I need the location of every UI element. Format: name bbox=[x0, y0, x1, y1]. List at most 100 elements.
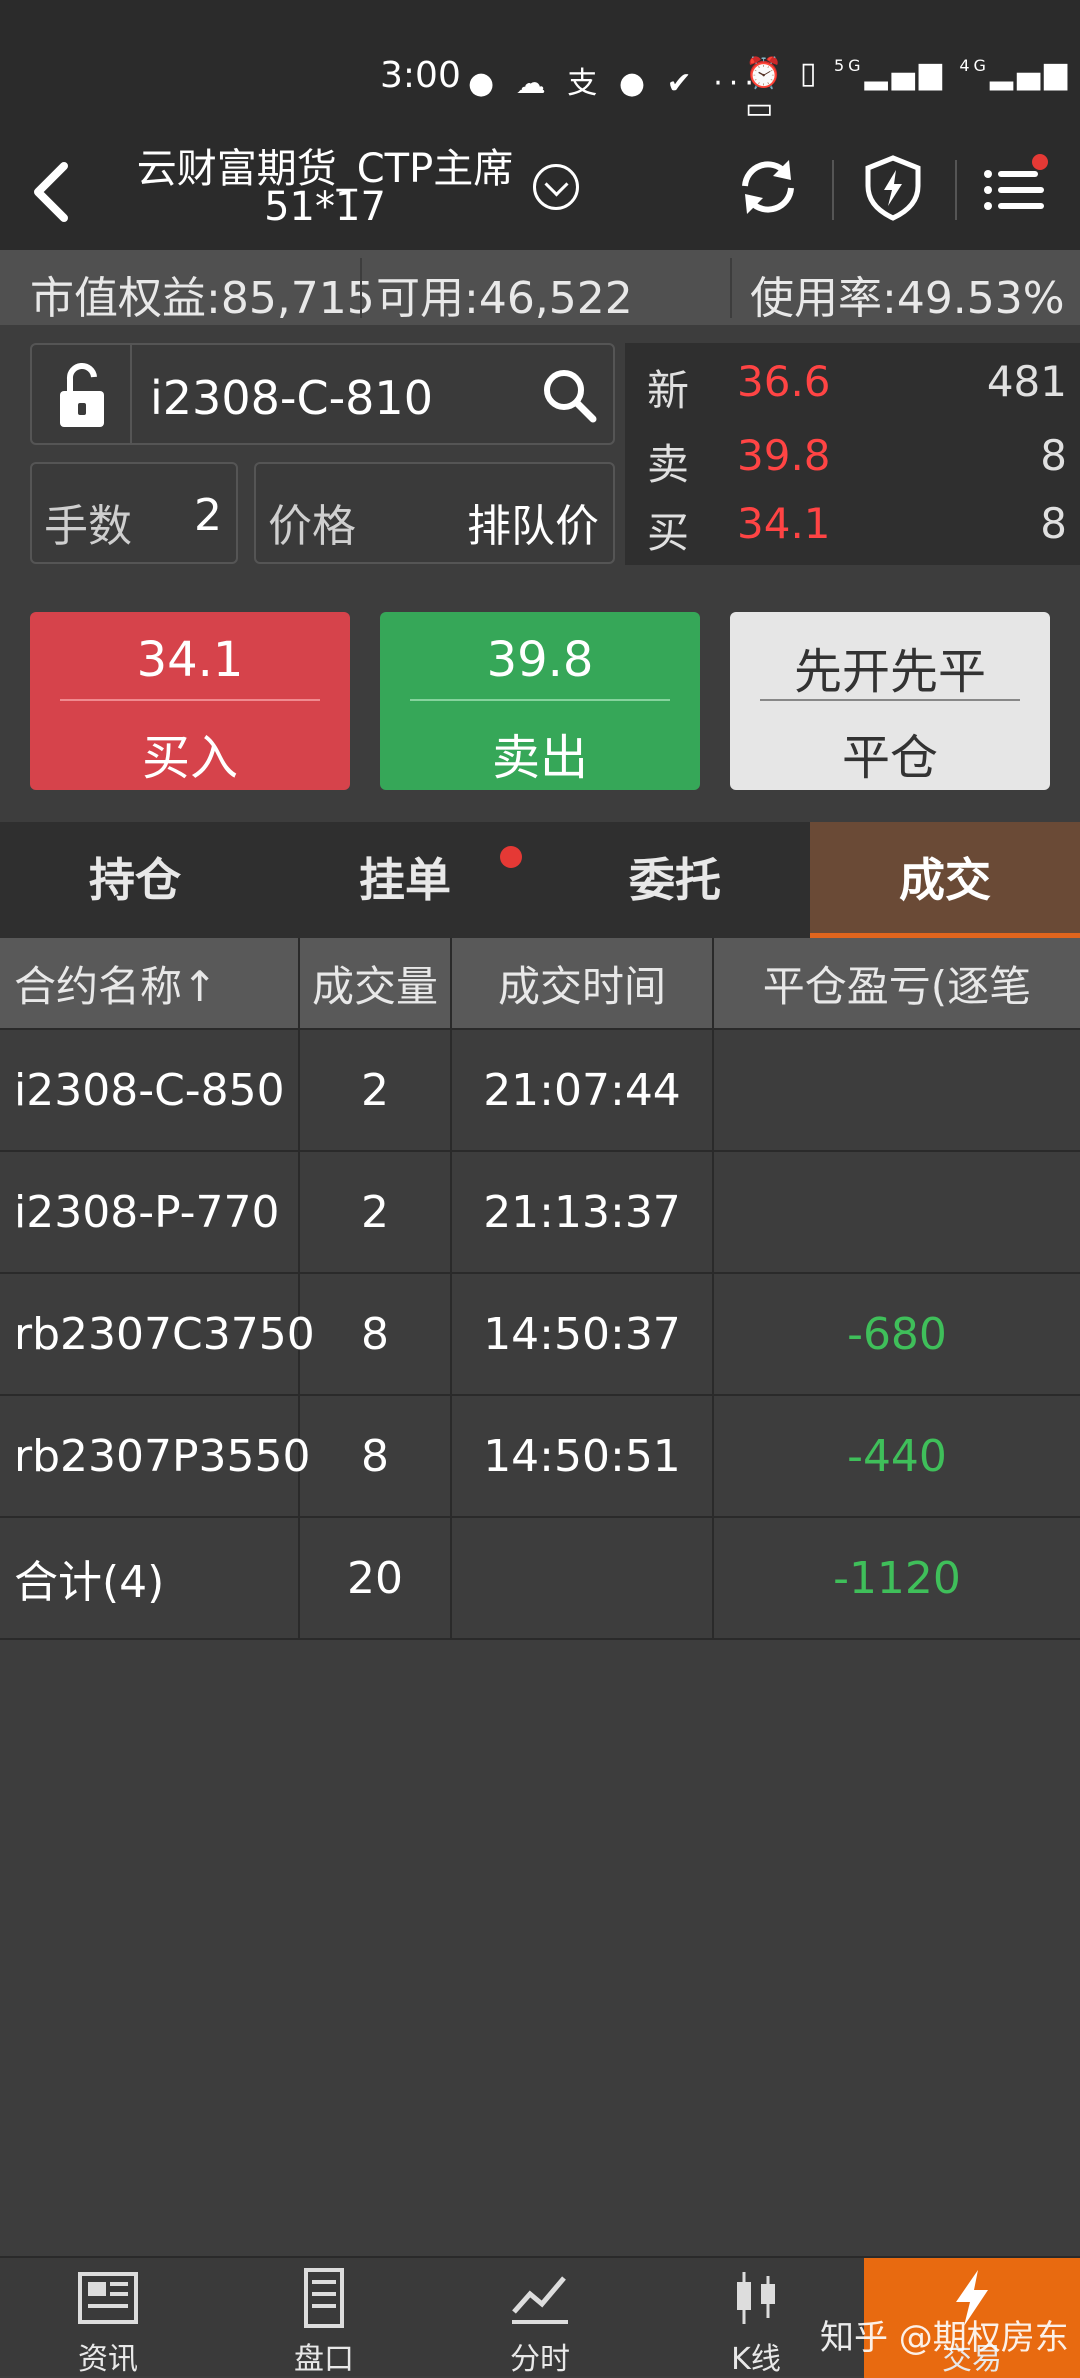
bid-price: 34.1 bbox=[737, 499, 831, 548]
divider bbox=[760, 699, 1020, 701]
refresh-icon[interactable] bbox=[733, 152, 803, 222]
alarm-icon: ⏰ bbox=[745, 56, 787, 91]
table-row[interactable]: i2308-P-770 2 21:13:37 bbox=[0, 1152, 1080, 1274]
quantity-value[interactable]: 2 bbox=[194, 490, 222, 541]
cell-contract: rb2307P3550 bbox=[0, 1396, 311, 1516]
ask-label: 卖 bbox=[647, 440, 690, 489]
table-header: 合约名称↑ 成交量 成交时间 平仓盈亏(逐笔 bbox=[0, 938, 1080, 1030]
status-bar: 3:00 ● ☁ 支 ● ✔ ··· ⏰ ▯ 5G▂▄▆ 4G▂▄▆ ▭ bbox=[0, 0, 1080, 130]
shield-lightning-icon[interactable] bbox=[858, 152, 928, 222]
candlestick-icon bbox=[737, 2272, 775, 2324]
buy-button[interactable]: 34.1 买入 bbox=[30, 612, 350, 790]
watermark: 知乎 @期权房东 bbox=[820, 2318, 1069, 2358]
battery-icon: ▭ bbox=[745, 91, 778, 126]
close-position-button[interactable]: 先开先平 平仓 bbox=[730, 612, 1050, 790]
line-chart-icon bbox=[512, 2276, 568, 2324]
cell-volume: 8 bbox=[300, 1274, 452, 1394]
header-pnl[interactable]: 平仓盈亏(逐笔 bbox=[714, 938, 1080, 1028]
available-funds: 可用:46,522 bbox=[376, 273, 633, 324]
table-total-row: 合计(4) 20 -1120 bbox=[0, 1518, 1080, 1640]
header-volume[interactable]: 成交量 bbox=[300, 938, 452, 1028]
quantity-field[interactable]: 手数 2 bbox=[30, 462, 238, 564]
symbol-code[interactable]: i2308-C-810 bbox=[150, 371, 433, 425]
symbol-input[interactable]: i2308-C-810 bbox=[30, 343, 615, 445]
account-subtitle[interactable]: 51*17 bbox=[110, 184, 540, 230]
system-icons: ⏰ ▯ 5G▂▄▆ 4G▂▄▆ ▭ bbox=[745, 56, 1080, 126]
sell-label: 卖出 bbox=[491, 730, 588, 786]
signal-4g-icon: 4G▂▄▆ bbox=[959, 56, 1072, 91]
cell-time bbox=[452, 1518, 714, 1638]
nav-news-label: 资讯 bbox=[78, 2342, 138, 2377]
notification-dot-icon bbox=[500, 846, 522, 868]
network-label-5g: 5G bbox=[833, 56, 865, 75]
network-label-4g: 4G bbox=[959, 56, 990, 75]
price-field[interactable]: 价格 排队价 bbox=[254, 462, 615, 564]
sell-price: 39.8 bbox=[486, 632, 594, 688]
last-label: 新 bbox=[647, 366, 690, 415]
last-price: 36.6 bbox=[737, 357, 831, 406]
back-icon[interactable] bbox=[26, 152, 86, 232]
market-value: 市值权益:85,715 bbox=[30, 273, 375, 324]
quantity-label: 手数 bbox=[44, 501, 132, 552]
cell-time: 14:50:37 bbox=[452, 1274, 714, 1394]
last-volume: 481 bbox=[986, 357, 1067, 406]
shield-check-icon: ✔ bbox=[666, 66, 698, 101]
news-icon bbox=[78, 2272, 138, 2324]
table-row[interactable]: rb2307C3750 8 14:50:37 -680 bbox=[0, 1274, 1080, 1396]
cell-contract: i2308-C-850 bbox=[0, 1030, 300, 1150]
chevron-down-icon[interactable] bbox=[533, 164, 579, 210]
divider bbox=[410, 699, 670, 701]
header-divider bbox=[832, 160, 834, 220]
usage-rate: 使用率:49.53% bbox=[750, 273, 1065, 324]
cell-pnl: -680 bbox=[847, 1308, 947, 1360]
cell-pnl bbox=[714, 1152, 1080, 1272]
header-time[interactable]: 成交时间 bbox=[452, 938, 714, 1028]
message-icon: ● bbox=[618, 66, 652, 101]
orderbook-icon bbox=[304, 2268, 344, 2328]
header-divider bbox=[955, 160, 957, 220]
table-row[interactable]: i2308-C-850 2 21:07:44 bbox=[0, 1030, 1080, 1152]
price-label: 价格 bbox=[268, 501, 356, 552]
cell-pnl bbox=[714, 1030, 1080, 1150]
unlock-icon[interactable] bbox=[32, 345, 132, 443]
tab-positions[interactable]: 持仓 bbox=[0, 822, 270, 938]
tab-pending[interactable]: 挂单 bbox=[270, 822, 540, 938]
close-mode: 先开先平 bbox=[793, 644, 986, 700]
nav-intraday-label: 分时 bbox=[510, 2342, 570, 2377]
bid-volume: 8 bbox=[1040, 499, 1067, 548]
header-contract[interactable]: 合约名称↑ bbox=[0, 938, 300, 1028]
cell-time: 21:13:37 bbox=[452, 1152, 714, 1272]
tab-orders[interactable]: 委托 bbox=[540, 822, 810, 938]
divider bbox=[60, 699, 320, 701]
price-type-value[interactable]: 排队价 bbox=[467, 490, 599, 554]
cell-contract: i2308-P-770 bbox=[0, 1152, 300, 1272]
sell-button[interactable]: 39.8 卖出 bbox=[380, 612, 700, 790]
buy-price: 34.1 bbox=[136, 632, 244, 688]
table-row[interactable]: rb2307P3550 8 14:50:51 -440 bbox=[0, 1396, 1080, 1518]
nav-orderbook[interactable]: 盘口 bbox=[216, 2258, 432, 2378]
menu-list-icon[interactable] bbox=[980, 152, 1050, 222]
cell-time: 14:50:51 bbox=[452, 1396, 714, 1516]
status-time: 3:00 bbox=[380, 55, 461, 96]
nav-intraday[interactable]: 分时 bbox=[432, 2258, 648, 2378]
search-icon[interactable] bbox=[539, 365, 599, 425]
notification-icons: ● ☁ 支 ● ✔ ··· bbox=[468, 58, 760, 102]
close-label: 平仓 bbox=[841, 730, 938, 786]
cell-time: 21:07:44 bbox=[452, 1030, 714, 1150]
quote-panel: 新 36.6 481 卖 39.8 8 买 34.1 8 bbox=[625, 343, 1080, 565]
alipay-icon: 支 bbox=[567, 66, 604, 101]
tab-trades[interactable]: 成交 bbox=[810, 822, 1080, 938]
vibrate-icon: ▯ bbox=[799, 56, 821, 91]
account-summary: 市值权益:85,715 可用:46,522 使用率:49.53% bbox=[0, 250, 1080, 325]
cell-contract: rb2307C3750 bbox=[0, 1274, 315, 1394]
nav-news[interactable]: 资讯 bbox=[0, 2258, 216, 2378]
cell-volume: 8 bbox=[300, 1396, 452, 1516]
divider bbox=[730, 258, 732, 318]
app-header: 云财富期货_CTP主席 51*17 bbox=[0, 130, 1080, 250]
ask-price: 39.8 bbox=[737, 431, 831, 480]
signal-5g-icon: 5G▂▄▆ bbox=[833, 56, 946, 91]
divider bbox=[360, 258, 362, 318]
cell-volume: 2 bbox=[300, 1152, 452, 1272]
cell-total-pnl: -1120 bbox=[833, 1552, 961, 1604]
weather-icon: ☁ bbox=[515, 66, 552, 101]
